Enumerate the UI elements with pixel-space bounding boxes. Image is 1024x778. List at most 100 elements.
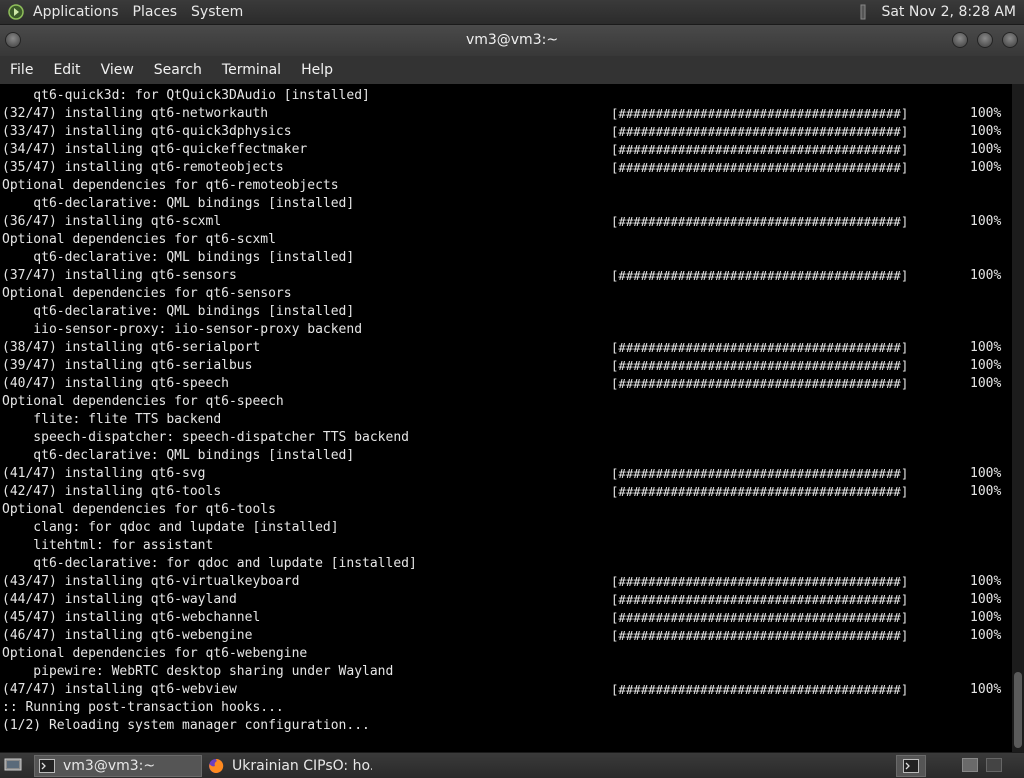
progress-percent: 100% xyxy=(970,268,1002,283)
maximize-icon[interactable] xyxy=(977,32,993,48)
terminal-line: qt6-declarative: QML bindings [installed… xyxy=(2,304,355,319)
terminal-line: (44/47) installing qt6-wayland xyxy=(2,592,237,607)
taskbar-item-label: vm3@vm3:~ xyxy=(63,758,156,774)
terminal-line: (35/47) installing qt6-remoteobjects xyxy=(2,160,284,175)
terminal-line: (38/47) installing qt6-serialport xyxy=(2,340,261,355)
terminal-scrollbar[interactable] xyxy=(1012,84,1024,752)
menu-help[interactable]: Help xyxy=(291,56,343,84)
progress-bar: [######################################] xyxy=(611,107,909,121)
places-menu[interactable]: Places xyxy=(126,0,185,25)
terminal-line: qt6-declarative: QML bindings [installed… xyxy=(2,250,355,265)
terminal-line: (34/47) installing qt6-quickeffectmaker xyxy=(2,142,308,157)
terminal-line: Optional dependencies for qt6-webengine xyxy=(2,646,308,661)
progress-percent: 100% xyxy=(970,142,1002,157)
terminal-line: Optional dependencies for qt6-scxml xyxy=(2,232,276,247)
terminal-icon xyxy=(903,759,919,773)
progress-bar: [######################################] xyxy=(611,341,909,355)
panel-handle-icon xyxy=(860,4,866,20)
terminal-line: (1/2) Reloading system manager configura… xyxy=(2,718,370,733)
progress-percent: 100% xyxy=(970,682,1002,697)
terminal-line: (41/47) installing qt6-svg xyxy=(2,466,206,481)
progress-bar: [######################################] xyxy=(611,593,909,607)
progress-percent: 100% xyxy=(970,592,1002,607)
progress-percent: 100% xyxy=(970,358,1002,373)
progress-bar: [######################################] xyxy=(611,467,909,481)
terminal-line: (47/47) installing qt6-webview xyxy=(2,682,237,697)
workspace-switcher-2[interactable] xyxy=(986,758,1002,772)
terminal-line: Optional dependencies for qt6-speech xyxy=(2,394,284,409)
terminal-line: (33/47) installing qt6-quick3dphysics xyxy=(2,124,292,139)
taskbar-item-terminal[interactable]: vm3@vm3:~ xyxy=(34,755,202,777)
menu-file[interactable]: File xyxy=(0,56,43,84)
taskbar-item-label: Ukrainian CIPsO: ho... xyxy=(232,758,372,774)
terminal-line: litehtml: for assistant xyxy=(2,538,214,553)
progress-percent: 100% xyxy=(970,160,1002,175)
progress-percent: 100% xyxy=(970,610,1002,625)
bottom-taskbar: vm3@vm3:~ Ukrainian CIPsO: ho... xyxy=(0,752,1024,778)
show-desktop-icon[interactable] xyxy=(4,757,22,773)
terminal-line: Optional dependencies for qt6-tools xyxy=(2,502,276,517)
menu-edit[interactable]: Edit xyxy=(43,56,90,84)
terminal-icon xyxy=(39,759,55,773)
terminal-line: (36/47) installing qt6-scxml xyxy=(2,214,222,229)
terminal-line: (32/47) installing qt6-networkauth xyxy=(2,106,269,121)
terminal-line: Optional dependencies for qt6-sensors xyxy=(2,286,292,301)
terminal-line: speech-dispatcher: speech-dispatcher TTS… xyxy=(2,430,409,445)
progress-percent: 100% xyxy=(970,106,1002,121)
terminal-line: qt6-declarative: for qdoc and lupdate [i… xyxy=(2,556,417,571)
progress-bar: [######################################] xyxy=(611,485,909,499)
menu-terminal[interactable]: Terminal xyxy=(212,56,291,84)
tray-terminal-button[interactable] xyxy=(896,755,926,777)
terminal-line: qt6-declarative: QML bindings [installed… xyxy=(2,196,355,211)
applications-menu[interactable]: Applications xyxy=(26,0,126,25)
firefox-icon xyxy=(209,758,224,773)
workspace-switcher-1[interactable] xyxy=(962,758,978,772)
progress-percent: 100% xyxy=(970,484,1002,499)
taskbar-item-browser[interactable]: Ukrainian CIPsO: ho... xyxy=(204,755,372,777)
progress-bar: [######################################] xyxy=(611,377,909,391)
terminal-output[interactable]: qt6-quick3d: for QtQuick3DAudio [install… xyxy=(0,84,1012,752)
menubar: File Edit View Search Terminal Help xyxy=(0,56,1024,84)
terminal-line: qt6-declarative: QML bindings [installed… xyxy=(2,448,355,463)
progress-bar: [######################################] xyxy=(611,359,909,373)
terminal-line: (42/47) installing qt6-tools xyxy=(2,484,222,499)
progress-bar: [######################################] xyxy=(611,143,909,157)
scrollbar-thumb[interactable] xyxy=(1014,672,1022,748)
progress-bar: [######################################] xyxy=(611,161,909,175)
terminal-line: (40/47) installing qt6-speech xyxy=(2,376,229,391)
terminal-line: clang: for qdoc and lupdate [installed] xyxy=(2,520,339,535)
terminal-line: Optional dependencies for qt6-remoteobje… xyxy=(2,178,339,193)
progress-percent: 100% xyxy=(970,466,1002,481)
progress-percent: 100% xyxy=(970,124,1002,139)
panel-right: Sat Nov 2, 8:28 AM xyxy=(860,0,1024,25)
clock[interactable]: Sat Nov 2, 8:28 AM xyxy=(874,0,1020,25)
top-panel: Applications Places System Sat Nov 2, 8:… xyxy=(0,0,1024,25)
terminal-line: qt6-quick3d: for QtQuick3DAudio [install… xyxy=(2,88,370,103)
progress-bar: [######################################] xyxy=(611,629,909,643)
window-title: vm3@vm3:~ xyxy=(465,32,559,48)
system-menu[interactable]: System xyxy=(184,0,250,25)
window-titlebar[interactable]: vm3@vm3:~ xyxy=(0,25,1024,56)
applications-logo-icon[interactable] xyxy=(8,4,24,20)
terminal-line: flite: flite TTS backend xyxy=(2,412,222,427)
menu-search[interactable]: Search xyxy=(144,56,212,84)
progress-percent: 100% xyxy=(970,574,1002,589)
terminal-line: (43/47) installing qt6-virtualkeyboard xyxy=(2,574,300,589)
progress-bar: [######################################] xyxy=(611,611,909,625)
progress-percent: 100% xyxy=(970,628,1002,643)
progress-bar: [######################################] xyxy=(611,269,909,283)
terminal-line: (37/47) installing qt6-sensors xyxy=(2,268,237,283)
progress-percent: 100% xyxy=(970,376,1002,391)
menu-view[interactable]: View xyxy=(91,56,144,84)
progress-percent: 100% xyxy=(970,340,1002,355)
terminal-line: iio-sensor-proxy: iio-sensor-proxy backe… xyxy=(2,322,363,337)
progress-bar: [######################################] xyxy=(611,575,909,589)
close-icon[interactable] xyxy=(1002,32,1018,48)
terminal-line: :: Running post-transaction hooks... xyxy=(2,700,284,715)
progress-bar: [######################################] xyxy=(611,125,909,139)
terminal-line: (39/47) installing qt6-serialbus xyxy=(2,358,253,373)
minimize-icon[interactable] xyxy=(952,32,968,48)
progress-bar: [######################################] xyxy=(611,683,909,697)
terminal-line: (46/47) installing qt6-webengine xyxy=(2,628,253,643)
progress-percent: 100% xyxy=(970,214,1002,229)
